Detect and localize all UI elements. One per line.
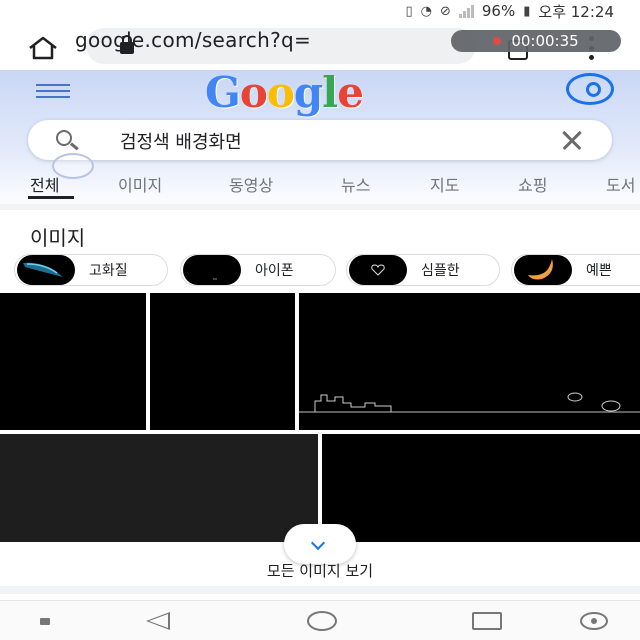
- tab-news[interactable]: 뉴스: [341, 172, 370, 196]
- logo-letter: o: [266, 68, 295, 117]
- active-tab-indicator: [28, 196, 74, 199]
- expand-images-button[interactable]: [284, 524, 356, 564]
- logo-letter: l: [322, 68, 338, 117]
- logo-letter: g: [293, 68, 323, 117]
- chip-hd[interactable]: 고화질: [14, 254, 168, 286]
- chip-iphone[interactable]: 아이폰: [180, 254, 336, 286]
- navigation-bar: [0, 600, 640, 640]
- battery-icon: ▮: [523, 3, 531, 19]
- google-doodle-logo[interactable]: Google: [205, 68, 364, 117]
- assist-icon[interactable]: [580, 612, 608, 630]
- status-time: 오후 12:24: [538, 2, 614, 21]
- account-icon[interactable]: [566, 73, 614, 105]
- view-all-images-link[interactable]: 모든 이미지 보기: [0, 560, 640, 581]
- chip-pretty[interactable]: 예쁜: [511, 254, 640, 286]
- home-icon[interactable]: [26, 36, 60, 60]
- hamburger-menu-icon[interactable]: [36, 84, 70, 98]
- chip-thumbnail: [514, 255, 572, 285]
- tab-videos[interactable]: 동영상: [229, 172, 273, 196]
- home-icon[interactable]: [307, 611, 337, 631]
- vibrate-icon: ▯: [405, 3, 413, 19]
- search-input[interactable]: 검정색 배경화면: [120, 128, 242, 154]
- back-icon[interactable]: [146, 612, 170, 630]
- image-result[interactable]: [322, 434, 640, 542]
- tab-images[interactable]: 이미지: [118, 172, 162, 196]
- logo-letter: o: [239, 68, 268, 117]
- tab-maps[interactable]: 지도: [430, 172, 459, 196]
- tab-books[interactable]: 도서: [606, 172, 635, 196]
- chip-label: 고화질: [89, 263, 128, 279]
- battery-percent: 96%: [481, 2, 516, 20]
- url-text[interactable]: google.com/search?q=: [75, 28, 311, 52]
- clear-icon[interactable]: [560, 128, 584, 152]
- chip-thumbnail: [349, 255, 407, 285]
- image-result[interactable]: [299, 293, 640, 430]
- logo-letter: G: [205, 68, 241, 117]
- section-divider: [0, 586, 640, 594]
- search-box[interactable]: 검정색 배경화면: [28, 120, 612, 160]
- recent-apps-icon[interactable]: [472, 612, 502, 630]
- chip-label: 예쁜: [586, 263, 612, 279]
- status-bar: ▯ ◔ ⊘ 96% ▮ 오후 12:24: [0, 0, 640, 22]
- tab-all[interactable]: 전체: [30, 172, 59, 196]
- recording-time: 00:00:35: [511, 32, 579, 50]
- section-divider: [0, 204, 640, 210]
- browser-toolbar: google.com/search?q= 00:00:35: [0, 22, 640, 70]
- chip-simple[interactable]: 심플한: [346, 254, 500, 286]
- tab-shopping[interactable]: 쇼핑: [518, 172, 547, 196]
- screen-recording-indicator[interactable]: 00:00:35: [451, 30, 621, 52]
- record-dot-icon: [493, 37, 502, 45]
- chevron-down-icon: [310, 535, 326, 551]
- image-result[interactable]: [0, 293, 146, 430]
- images-section-title: 이미지: [30, 226, 86, 250]
- chip-thumbnail: [183, 255, 241, 285]
- image-result[interactable]: [150, 293, 295, 430]
- image-result[interactable]: [0, 434, 318, 542]
- chip-label: 아이폰: [255, 263, 294, 279]
- search-icon[interactable]: [56, 130, 72, 146]
- pin-icon[interactable]: [40, 618, 50, 625]
- no-sim-icon: ⊘: [439, 3, 451, 19]
- signal-icon: [458, 4, 474, 18]
- logo-letter: e: [337, 68, 364, 117]
- chip-thumbnail: [17, 255, 75, 285]
- search-tabs: 전체 이미지 동영상 뉴스 지도 쇼핑 도서: [0, 170, 640, 202]
- chip-label: 심플한: [421, 263, 460, 279]
- wifi-icon: ◔: [420, 3, 432, 19]
